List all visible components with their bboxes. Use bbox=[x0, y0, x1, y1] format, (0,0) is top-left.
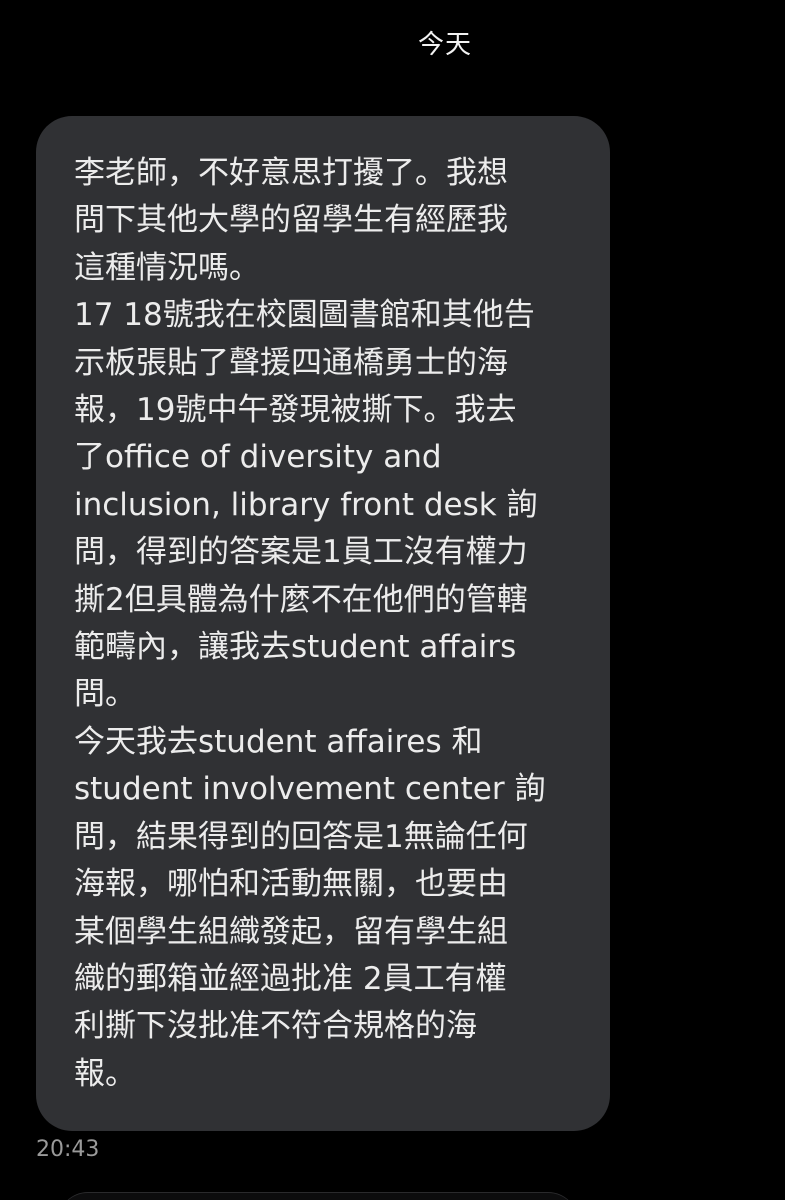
message-bubble[interactable]: 李老師，不好意思打擾了。我想 問下其他大學的留學生有經歷我 這種情況嗎。 17 … bbox=[36, 116, 610, 1131]
message-line: 問。 bbox=[74, 676, 136, 713]
message-timestamp: 20:43 bbox=[36, 1137, 100, 1162]
message-line: 利撕下沒批准不符合規格的海 bbox=[74, 1008, 477, 1045]
message-line: 示板張貼了聲援四通橋勇士的海 bbox=[74, 344, 508, 381]
message-line: 報。 bbox=[74, 1055, 136, 1092]
date-header: 今天 bbox=[417, 30, 472, 60]
message-line: 撕2但具體為什麼不在他們的管轄 bbox=[74, 581, 528, 618]
message-line: 李老師，不好意思打擾了。我想 bbox=[74, 155, 508, 191]
message-line: 織的郵箱並經過批准 2員工有權 bbox=[74, 960, 507, 997]
message-line: 這種情況嗎。 bbox=[74, 249, 260, 286]
message-line: 了office of diversity and bbox=[74, 439, 442, 476]
message-line: student involvement center 詢 bbox=[74, 771, 546, 808]
message-line: 問，得到的答案是1員工沒有權力 bbox=[74, 534, 528, 571]
message-line: 問，結果得到的回答是1無論任何 bbox=[74, 818, 528, 855]
message-line: 海報，哪怕和活動無關，也要由 bbox=[74, 866, 508, 903]
message-line: 某個學生組織發起，留有學生組 bbox=[74, 913, 508, 950]
message-line: 17 18號我在校園圖書館和其他告 bbox=[74, 297, 535, 334]
message-line: 報，19號中午發現被撕下。我去 bbox=[74, 392, 517, 429]
next-message-bubble-edge bbox=[58, 1192, 578, 1200]
message-line: inclusion, library front desk 詢 bbox=[74, 486, 538, 523]
message-line: 範疇內，讓我去student affairs bbox=[74, 629, 517, 666]
message-line: 問下其他大學的留學生有經歷我 bbox=[74, 202, 508, 239]
message-line: 今天我去student affaires 和 bbox=[74, 723, 483, 760]
